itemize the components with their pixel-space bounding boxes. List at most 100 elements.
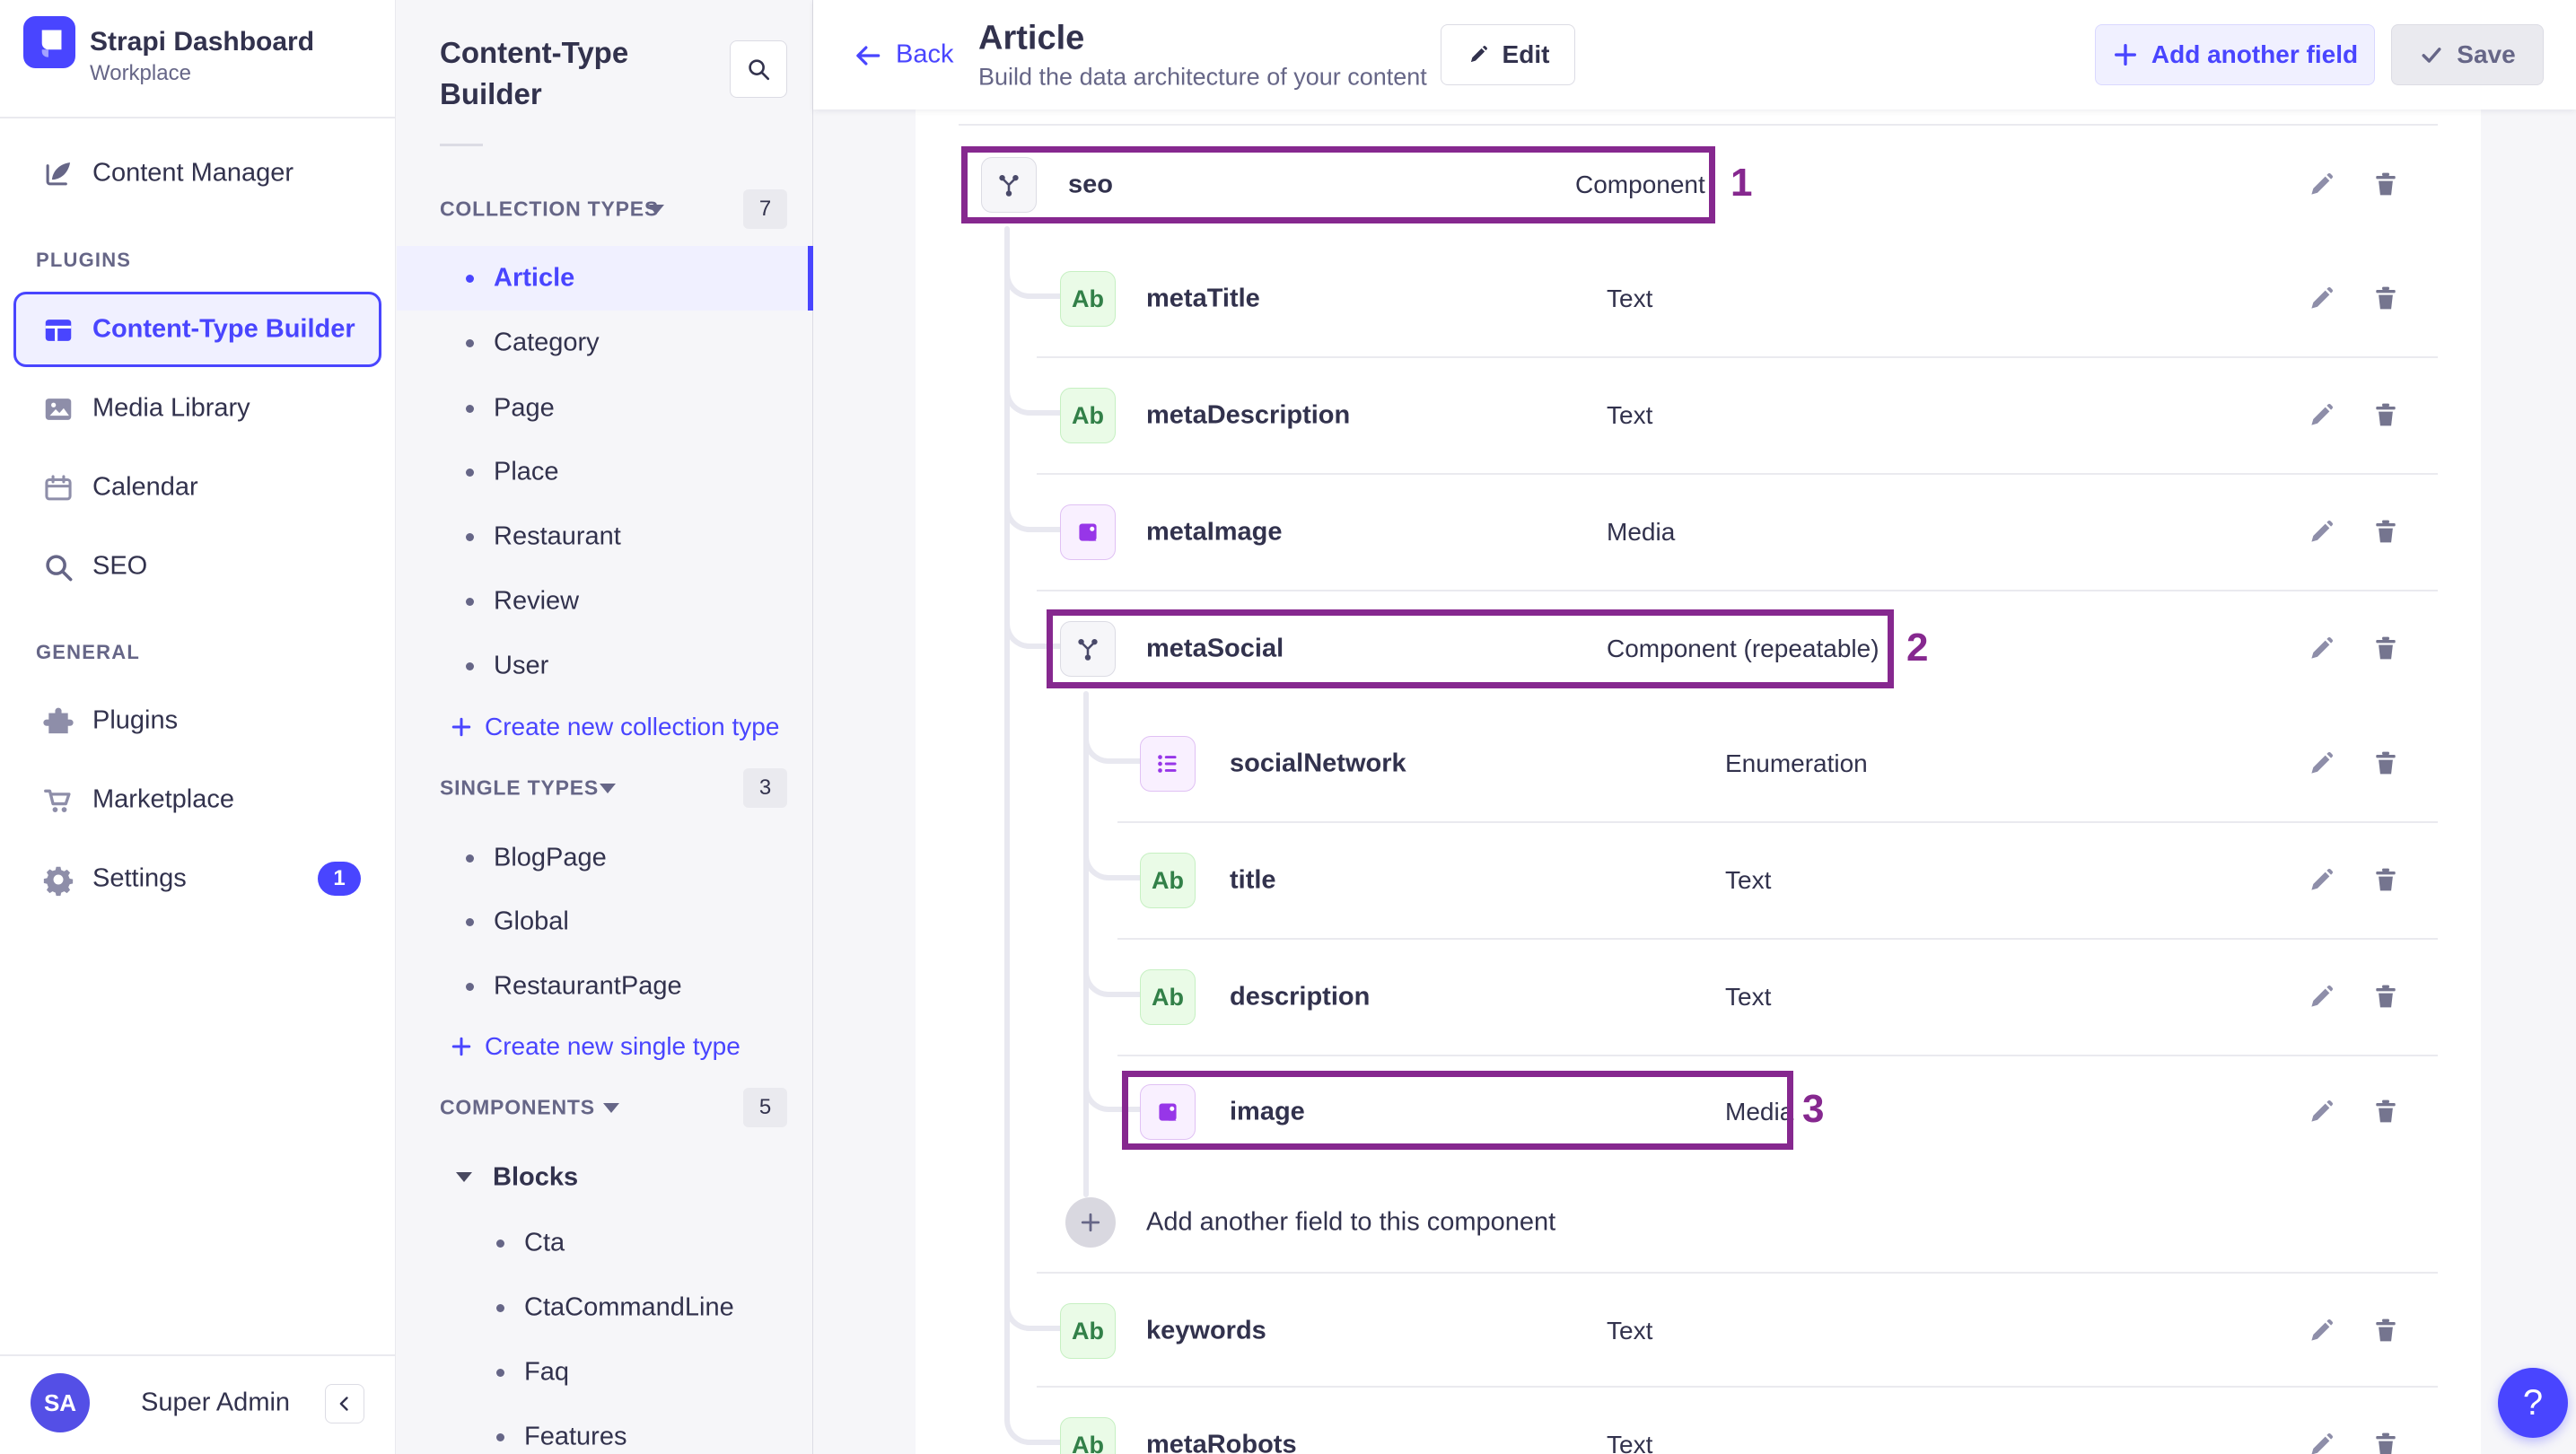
single-item-blogpage[interactable]: BlogPage <box>494 844 607 873</box>
collection-item-review[interactable]: Review <box>494 587 579 617</box>
edit-field-button[interactable] <box>2303 631 2339 667</box>
delete-field-button[interactable] <box>2368 397 2404 433</box>
delete-field-button[interactable] <box>2368 1312 2404 1348</box>
cart-icon <box>41 784 75 818</box>
app-title: Strapi Dashboard <box>90 27 315 57</box>
delete-field-button[interactable] <box>2368 630 2404 666</box>
add-another-field-button[interactable]: Add another field <box>2095 24 2375 85</box>
user-name: Super Admin <box>141 1388 291 1417</box>
row-divider <box>1117 821 2438 823</box>
field-type: Media <box>1607 518 1676 546</box>
collection-item-restaurant[interactable]: Restaurant <box>494 522 621 552</box>
bullet-icon <box>496 1369 504 1377</box>
edit-field-button[interactable] <box>2303 1094 2339 1130</box>
add-component-field-button[interactable] <box>1065 1197 1116 1248</box>
row-divider <box>1037 1272 2438 1274</box>
back-label[interactable]: Back <box>896 40 953 70</box>
single-item-global[interactable]: Global <box>494 907 569 937</box>
collection-item-page[interactable]: Page <box>494 394 555 424</box>
delete-field-button[interactable] <box>2368 1093 2404 1129</box>
search-button[interactable] <box>730 40 787 98</box>
components-category-blocks[interactable]: Blocks <box>493 1163 578 1193</box>
save-label: Save <box>2457 40 2516 68</box>
field-name: description <box>1230 982 1371 1012</box>
delete-field-button[interactable] <box>2368 513 2404 549</box>
tree-elbow <box>1083 721 1140 764</box>
annotation-box-1 <box>961 146 1715 223</box>
general-section-header: GENERAL <box>36 641 140 663</box>
plus-icon <box>1078 1210 1103 1235</box>
help-button[interactable]: ? <box>2498 1368 2568 1438</box>
annotation-box-2 <box>1047 609 1894 688</box>
tree-elbow <box>1004 256 1060 299</box>
field-type: Text <box>1725 983 1772 1011</box>
bullet-icon <box>466 469 474 477</box>
component-item-features[interactable]: Features <box>524 1423 626 1452</box>
plus-icon <box>449 1034 474 1059</box>
delete-field-button[interactable] <box>2368 862 2404 898</box>
user-avatar[interactable]: SA <box>31 1373 90 1432</box>
single-item-restaurantpage[interactable]: RestaurantPage <box>494 972 682 1002</box>
bullet-icon <box>466 662 474 670</box>
calendar-icon <box>41 471 75 505</box>
edit-field-button[interactable] <box>2303 514 2339 550</box>
field-type: Text <box>1725 866 1772 894</box>
delete-field-button[interactable] <box>2368 978 2404 1014</box>
create-collection-type-label: Create new collection type <box>485 713 780 740</box>
blocks-expand-caret-icon[interactable] <box>456 1172 472 1182</box>
bullet-icon <box>466 275 474 283</box>
single-types-header[interactable]: SINGLE TYPES <box>440 776 599 801</box>
collection-item-place[interactable]: Place <box>494 458 559 487</box>
annotation-number-1: 1 <box>1730 161 1753 205</box>
field-type: Text <box>1607 285 1653 312</box>
delete-field-button[interactable] <box>2368 1426 2404 1454</box>
bullet-icon <box>496 1304 504 1312</box>
field-type: Enumeration <box>1725 749 1868 777</box>
component-item-faq[interactable]: Faq <box>524 1358 569 1388</box>
enumeration-field-icon <box>1140 736 1196 792</box>
edit-field-button[interactable] <box>2303 281 2339 317</box>
edit-field-button[interactable] <box>2303 398 2339 434</box>
strapi-content-type-builder-screen: Strapi Dashboard Workplace Content Manag… <box>0 0 2576 1454</box>
collection-types-caret-icon <box>648 205 664 215</box>
bullet-icon <box>466 405 474 413</box>
bullet-icon <box>496 1433 504 1441</box>
collection-types-header[interactable]: COLLECTION TYPES <box>440 197 659 222</box>
field-name: metaTitle <box>1146 284 1260 313</box>
component-item-ctacommandline[interactable]: CtaCommandLine <box>524 1293 734 1323</box>
delete-field-button[interactable] <box>2368 166 2404 202</box>
calendar-label: Calendar <box>92 472 198 502</box>
delete-field-button[interactable] <box>2368 280 2404 316</box>
add-component-field-label[interactable]: Add another field to this component <box>1146 1208 1555 1238</box>
tree-elbow <box>1083 837 1140 880</box>
delete-field-button[interactable] <box>2368 745 2404 781</box>
collapse-sidebar-button[interactable] <box>325 1384 364 1423</box>
edit-field-button[interactable] <box>2303 746 2339 782</box>
row-divider <box>1037 473 2438 475</box>
components-header[interactable]: COMPONENTS <box>440 1096 595 1120</box>
workspace-label: Workplace <box>90 61 191 85</box>
collection-item-user[interactable]: User <box>494 652 548 681</box>
strapi-logo-icon <box>23 16 75 68</box>
bullet-icon <box>466 983 474 991</box>
edit-button[interactable]: Edit <box>1441 24 1575 85</box>
field-name: keywords <box>1146 1316 1266 1345</box>
edit-field-button[interactable] <box>2303 863 2339 898</box>
text-field-icon: Ab <box>1060 271 1116 327</box>
edit-field-button[interactable] <box>2303 1427 2339 1454</box>
edit-field-button[interactable] <box>2303 167 2339 203</box>
edit-field-button[interactable] <box>2303 979 2339 1015</box>
annotation-number-3: 3 <box>1802 1087 1825 1131</box>
tree-elbow <box>1004 1402 1060 1445</box>
collection-item-category[interactable]: Category <box>494 328 600 358</box>
edit-field-button[interactable] <box>2303 1313 2339 1349</box>
collection-item-article-highlight <box>397 246 813 311</box>
gear-icon <box>41 863 75 897</box>
component-item-cta[interactable]: Cta <box>524 1229 565 1258</box>
save-button[interactable]: Save <box>2391 24 2544 85</box>
collection-item-article[interactable]: Article <box>494 264 574 293</box>
sidebar-divider <box>0 117 396 118</box>
page-subtitle: Build the data architecture of your cont… <box>978 63 1427 91</box>
back-link[interactable] <box>853 40 883 71</box>
question-mark-icon: ? <box>2522 1382 2544 1423</box>
